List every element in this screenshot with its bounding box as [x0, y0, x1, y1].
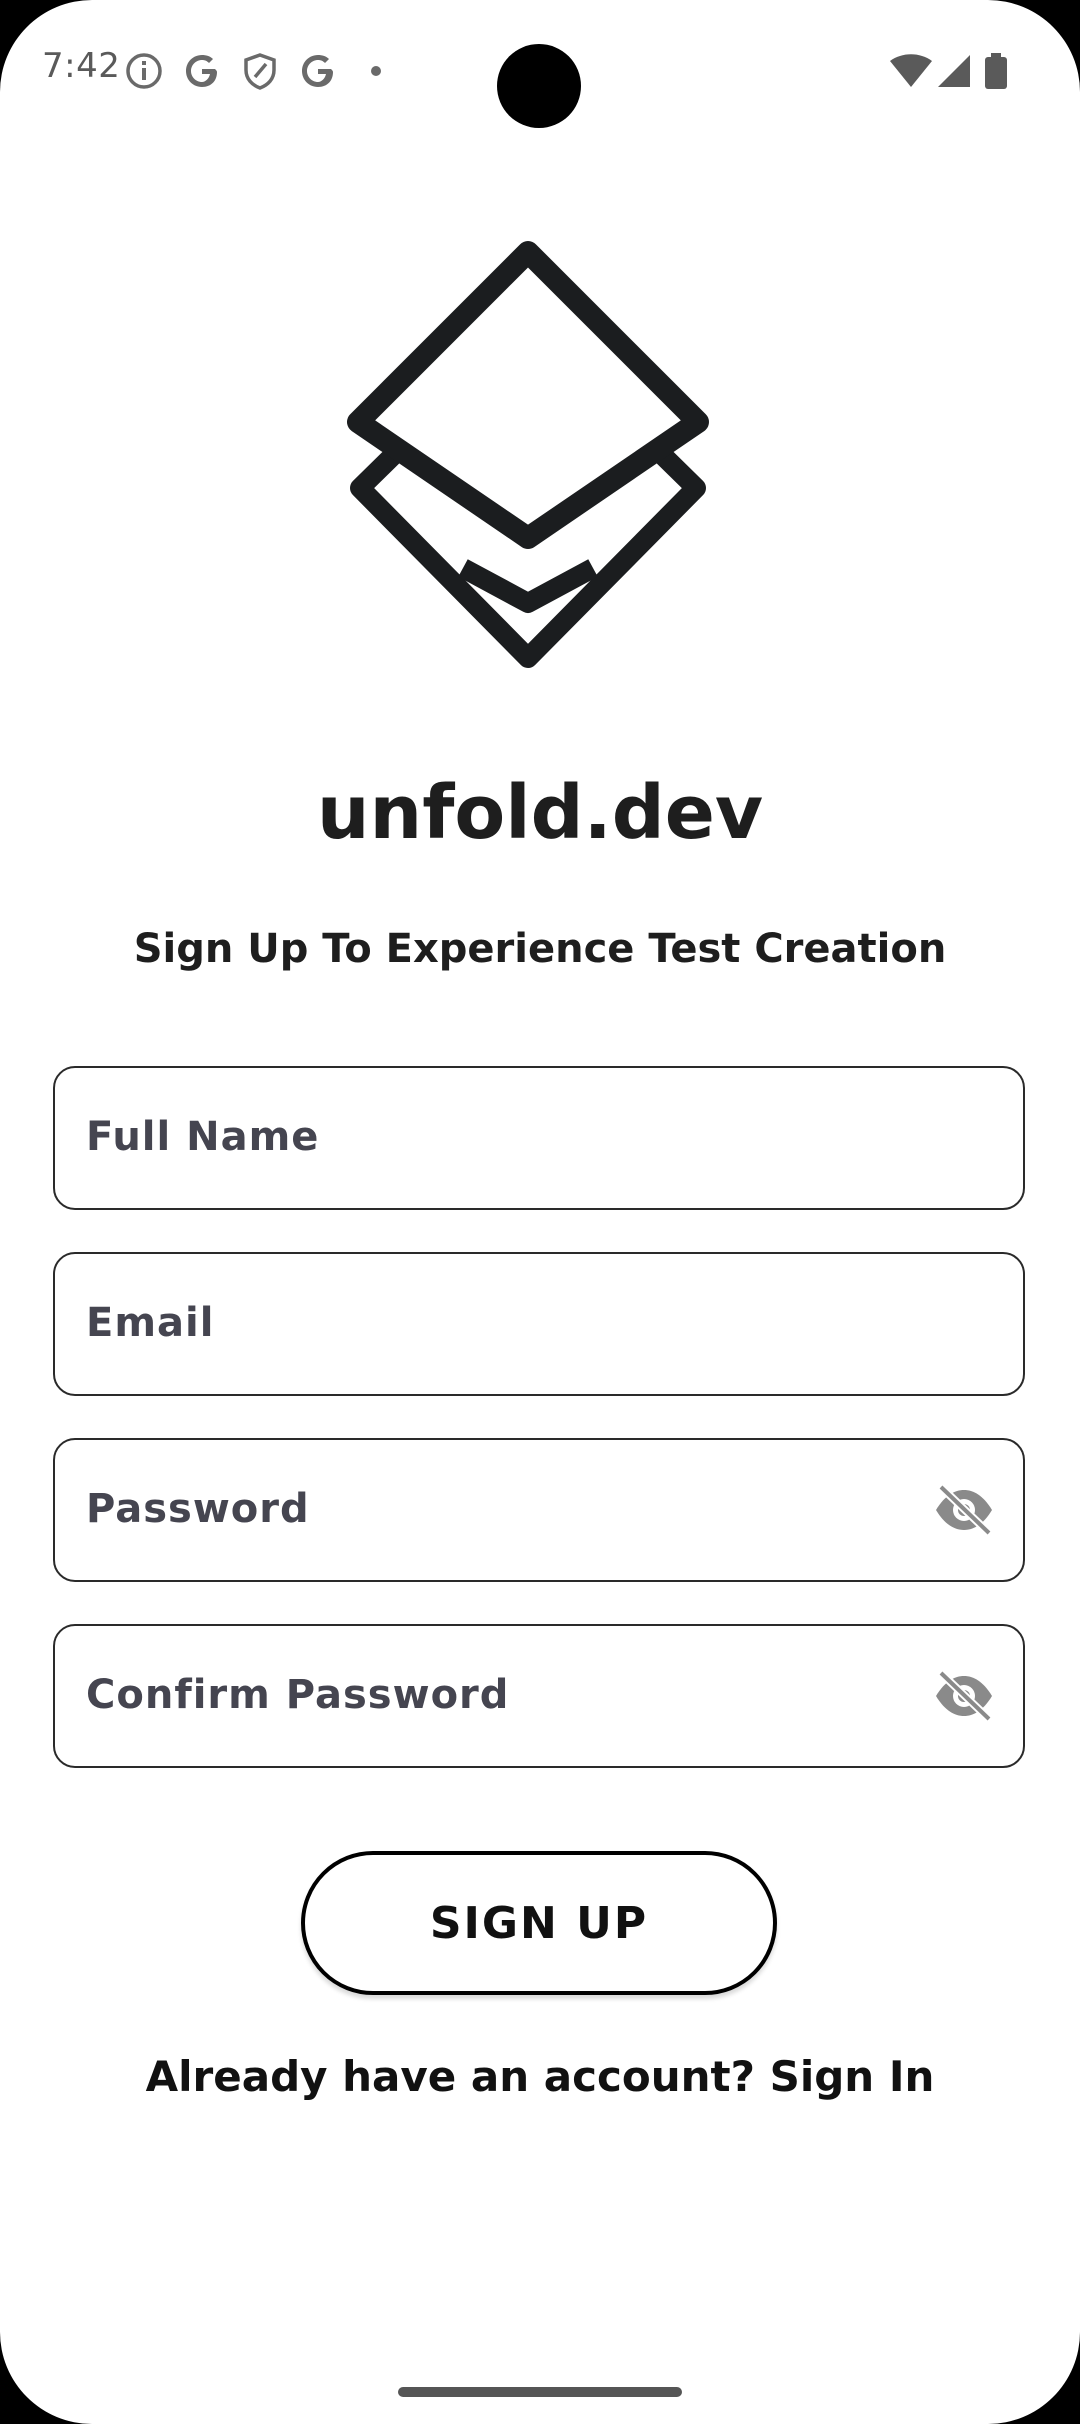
confirm-password-field[interactable]: Confirm Password: [53, 1624, 1025, 1768]
shield-icon: [240, 51, 280, 91]
dot-icon: [356, 51, 396, 91]
home-indicator[interactable]: [398, 2387, 682, 2397]
confirm-password-visibility-toggle-icon[interactable]: [933, 1669, 995, 1723]
front-camera-cutout: [497, 44, 581, 128]
app-title: unfold.dev: [316, 770, 764, 856]
password-placeholder: Password: [86, 1486, 310, 1532]
google-icon: [298, 51, 338, 91]
signup-screen: 7:42 unfold.dev Sign Up To Experience Te…: [0, 0, 1080, 2424]
sign-in-link[interactable]: Already have an account? Sign In: [0, 2052, 1080, 2101]
info-icon: [124, 51, 164, 91]
status-time: 7:42: [42, 46, 121, 86]
wifi-icon: [888, 51, 934, 91]
confirm-password-placeholder: Confirm Password: [86, 1672, 510, 1718]
email-field[interactable]: Email: [53, 1252, 1025, 1396]
password-field[interactable]: Password: [53, 1438, 1025, 1582]
google-icon: [182, 51, 222, 91]
full-name-field[interactable]: Full Name: [53, 1066, 1025, 1210]
status-bar: 7:42: [0, 0, 1080, 140]
battery-icon: [982, 51, 1010, 91]
page-subtitle: Sign Up To Experience Test Creation: [133, 926, 947, 972]
sign-up-button[interactable]: SIGN UP: [301, 1851, 777, 1995]
full-name-placeholder: Full Name: [86, 1114, 320, 1160]
app-logo-icon: [338, 238, 718, 678]
email-placeholder: Email: [86, 1300, 215, 1346]
cellular-signal-icon: [934, 51, 974, 91]
password-visibility-toggle-icon[interactable]: [933, 1483, 995, 1537]
